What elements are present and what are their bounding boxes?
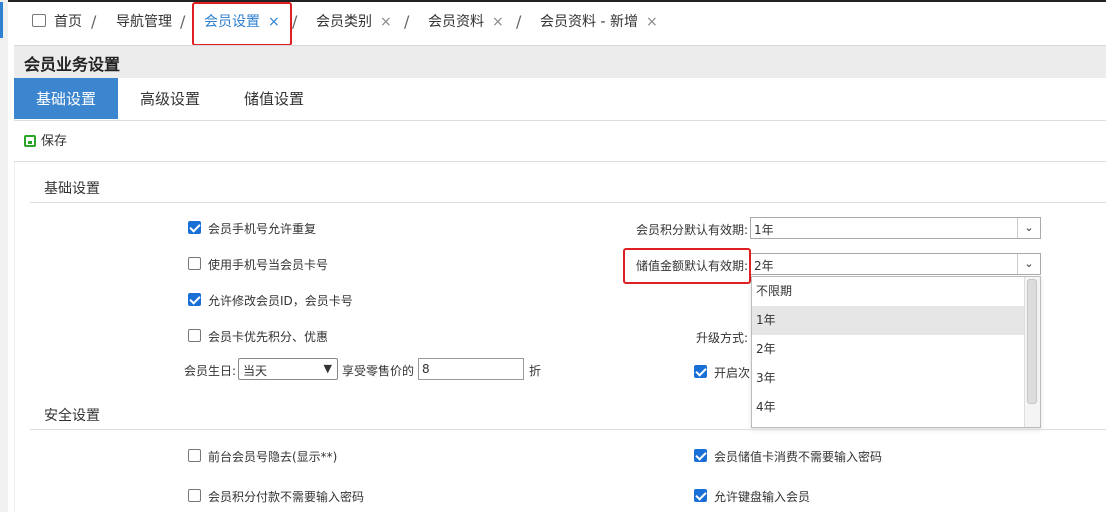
home-icon [32, 13, 46, 27]
checkbox-icon[interactable] [694, 365, 707, 378]
save-button[interactable]: 保存 [24, 130, 67, 149]
checkbox-label: 会员卡优先积分、优惠 [208, 330, 329, 344]
dropdown-option[interactable]: 2年 [752, 335, 1026, 364]
dropdown-option[interactable]: 3年 [752, 364, 1026, 393]
tab-separator: / [91, 12, 97, 31]
panel-header: 会员业务设置 [14, 45, 1106, 79]
checkbox-label: 会员积分付款不需要输入密码 [208, 490, 365, 504]
left-nav-strip [0, 0, 8, 512]
checkbox-icon[interactable] [188, 329, 201, 342]
tab-home-label: 首页 [54, 14, 82, 30]
birthday-select[interactable]: 当天 ▼ [238, 358, 338, 380]
upgrade-mode-label: 升级方式: [695, 331, 748, 345]
dropdown-option-highlighted[interactable]: 1年 [752, 306, 1026, 335]
tab-basic-settings[interactable]: 基础设置 [14, 78, 118, 119]
checkbox-icon[interactable] [188, 489, 201, 502]
checkbox-allow-edit-id[interactable]: 允许修改会员ID，会员卡号 [188, 292, 353, 309]
checkbox-label: 开启次 [714, 366, 751, 380]
tab-bar: 首页 / 导航管理 / 会员设置 × / 会员类别 × / 会员资料 × / 会员资料… [14, 2, 1106, 44]
birthday-select-value: 当天 [243, 364, 268, 378]
checkbox-icon[interactable] [694, 449, 707, 462]
highlight-box-stored-validity [623, 248, 751, 284]
close-icon[interactable]: × [646, 14, 658, 30]
checkbox-icon[interactable] [188, 221, 201, 234]
tab-separator: / [516, 12, 522, 31]
chevron-down-icon[interactable]: ⌄ [1017, 218, 1040, 238]
points-validity-value: 1年 [754, 223, 774, 237]
checkbox-label: 允许修改会员ID，会员卡号 [208, 294, 353, 308]
checkbox-keyboard-input[interactable]: 允许键盘输入会员 [694, 488, 810, 505]
dropdown-option[interactable]: 4年 [752, 393, 1026, 422]
checkbox-label: 会员手机号允许重复 [208, 222, 317, 236]
save-label: 保存 [41, 134, 68, 149]
checkbox-enable-times[interactable]: 开启次 [694, 364, 750, 381]
checkbox-label: 前台会员号隐去(显示**) [208, 450, 338, 464]
tab-separator: / [292, 12, 298, 31]
left-nav-active-indicator [0, 2, 3, 38]
discount-label: 享受零售价的 [342, 364, 415, 378]
points-validity-combo[interactable]: 1年 ⌄ [750, 217, 1041, 239]
checkbox-stored-no-password[interactable]: 会员储值卡消费不需要输入密码 [694, 448, 882, 465]
discount-unit: 折 [529, 364, 542, 378]
tab-member-category-label: 会员类别 [316, 14, 372, 30]
tab-stored-value-settings[interactable]: 储值设置 [222, 78, 326, 119]
dropdown-scrollbar[interactable] [1024, 277, 1040, 427]
tab-member-profile-new[interactable]: 会员资料 - 新增 × [540, 2, 658, 44]
checkbox-icon[interactable] [188, 293, 201, 306]
checkbox-label: 允许键盘输入会员 [714, 490, 811, 504]
tab-member-profile-new-label: 会员资料 - 新增 [540, 14, 638, 30]
checkbox-label: 使用手机号当会员卡号 [208, 258, 329, 272]
section-divider [30, 429, 1106, 430]
checkbox-hide-card-number[interactable]: 前台会员号隐去(显示**) [188, 448, 337, 465]
checkbox-points-no-password[interactable]: 会员积分付款不需要输入密码 [188, 488, 364, 505]
stored-validity-value: 2年 [754, 259, 774, 273]
discount-input[interactable]: 8 [418, 358, 524, 380]
tab-advanced-settings[interactable]: 高级设置 [118, 78, 222, 119]
section-title-basic: 基础设置 [44, 181, 100, 197]
page-title: 会员业务设置 [24, 55, 121, 74]
highlight-box-active-tab [192, 2, 292, 46]
close-icon[interactable]: × [380, 14, 392, 30]
stored-validity-combo[interactable]: 2年 ⌄ [750, 253, 1041, 275]
checkbox-card-priority[interactable]: 会员卡优先积分、优惠 [188, 328, 328, 345]
birthday-label: 会员生日: [184, 364, 237, 378]
settings-tabs: 基础设置 高级设置 储值设置 [14, 78, 1106, 121]
checkbox-label: 会员储值卡消费不需要输入密码 [714, 450, 883, 464]
checkbox-icon[interactable] [694, 489, 707, 502]
checkbox-allow-duplicate-phone[interactable]: 会员手机号允许重复 [188, 220, 316, 237]
stored-validity-dropdown: 不限期 1年 2年 3年 4年 [751, 276, 1041, 428]
chevron-down-icon[interactable]: ⌄ [1017, 254, 1040, 274]
checkbox-icon[interactable] [188, 257, 201, 270]
close-icon[interactable]: × [492, 14, 504, 30]
tab-nav-management[interactable]: 导航管理 [116, 2, 172, 44]
tab-separator: / [404, 12, 410, 31]
tab-member-profile[interactable]: 会员资料 × [428, 2, 504, 44]
checkbox-icon[interactable] [188, 449, 201, 462]
scrollbar-thumb[interactable] [1027, 279, 1037, 404]
chevron-down-icon: ▼ [323, 362, 332, 375]
points-validity-label: 会员积分默认有效期: [635, 223, 748, 237]
save-icon [24, 134, 36, 147]
section-title-security: 安全设置 [44, 408, 100, 424]
tab-separator: / [180, 12, 186, 31]
dropdown-option[interactable]: 不限期 [752, 277, 1026, 306]
tab-member-profile-label: 会员资料 [428, 14, 484, 30]
checkbox-phone-as-card[interactable]: 使用手机号当会员卡号 [188, 256, 328, 273]
tab-home[interactable]: 首页 [32, 2, 82, 44]
tab-member-category[interactable]: 会员类别 × [316, 2, 392, 44]
section-divider [30, 202, 1106, 203]
tab-nav-management-label: 导航管理 [116, 14, 172, 30]
toolbar: 保存 [14, 121, 1106, 162]
